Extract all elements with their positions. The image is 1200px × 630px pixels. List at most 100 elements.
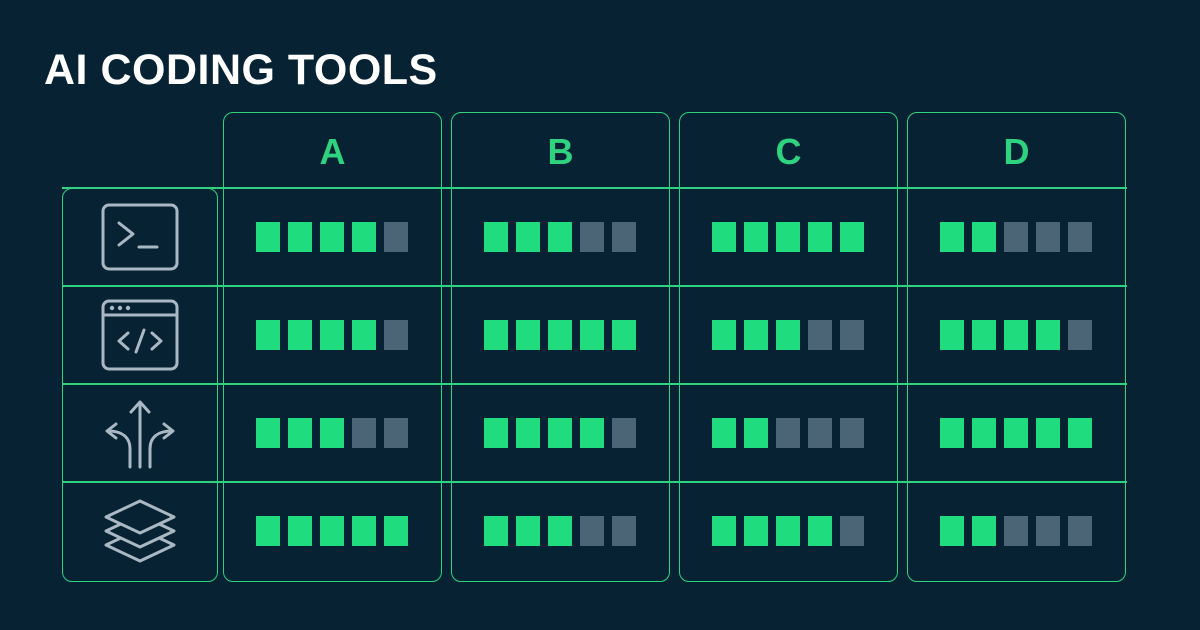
rating-cell [484,222,636,252]
rating-square-empty [1004,222,1028,252]
rating-square-empty [580,222,604,252]
rating-square-empty [1036,222,1060,252]
rating-cell [256,418,408,448]
rating-square-filled [940,222,964,252]
rating-cell [256,320,408,350]
rating-cell [940,222,1092,252]
rating-square-filled [548,418,572,448]
terminal-icon [101,203,179,271]
rating-cell [940,418,1092,448]
rating-square-filled [1036,320,1060,350]
column-header-d: D [1003,131,1030,172]
rating-square-empty [612,222,636,252]
rating-square-filled [580,418,604,448]
rating-square-filled [808,516,832,546]
rating-square-empty [1068,516,1092,546]
rating-cell [940,516,1092,546]
rating-square-empty [840,418,864,448]
rating-square-filled [840,222,864,252]
rating-square-empty [808,418,832,448]
rating-square-filled [940,516,964,546]
rating-square-empty [384,418,408,448]
rating-square-empty [384,320,408,350]
rating-square-filled [940,418,964,448]
rating-square-empty [1004,516,1028,546]
rating-square-filled [516,516,540,546]
rating-square-filled [352,222,376,252]
rating-square-filled [776,222,800,252]
rating-square-filled [288,516,312,546]
rating-square-filled [744,418,768,448]
rating-square-filled [712,516,736,546]
rating-cell [940,320,1092,350]
rating-square-filled [1004,418,1028,448]
rating-square-filled [1068,418,1092,448]
rating-square-empty [612,516,636,546]
row-divider [62,285,1127,287]
rating-cell [712,320,864,350]
rating-square-filled [744,222,768,252]
rating-square-filled [1004,320,1028,350]
rating-square-filled [320,516,344,546]
rating-square-filled [972,516,996,546]
browser-code-icon [101,299,179,371]
rating-square-filled [320,222,344,252]
rating-square-empty [352,418,376,448]
rating-square-filled [808,222,832,252]
rating-square-filled [288,320,312,350]
rating-square-filled [972,320,996,350]
rating-square-filled [972,418,996,448]
rating-square-filled [320,320,344,350]
column-header-a: A [319,131,346,172]
rating-square-filled [484,222,508,252]
rating-square-filled [940,320,964,350]
rating-square-empty [840,320,864,350]
row-divider [62,383,1127,385]
rating-cell [484,516,636,546]
rating-square-filled [320,418,344,448]
rating-square-filled [548,222,572,252]
rating-square-filled [712,222,736,252]
rating-cell [712,516,864,546]
rating-square-empty [1068,320,1092,350]
rating-square-filled [288,222,312,252]
rating-square-filled [484,320,508,350]
stacked-layers-icon [104,499,176,563]
page-title: AI CODING TOOLS [44,46,438,94]
rating-square-filled [612,320,636,350]
rating-square-filled [776,516,800,546]
rating-square-filled [484,516,508,546]
rating-square-filled [712,418,736,448]
rating-square-empty [776,418,800,448]
rating-square-filled [384,516,408,546]
column-header-b: B [547,131,574,172]
rating-cell [712,418,864,448]
rating-square-filled [352,516,376,546]
rating-square-filled [548,320,572,350]
row-divider [62,481,1127,483]
rating-square-empty [612,418,636,448]
column-header-c: C [775,131,802,172]
rating-square-filled [744,320,768,350]
rating-cell [484,320,636,350]
rating-square-filled [972,222,996,252]
rating-square-filled [516,320,540,350]
rating-square-empty [384,222,408,252]
branching-arrows-icon [105,400,175,469]
row-divider [62,187,1127,189]
rating-square-empty [580,516,604,546]
rating-square-filled [256,320,280,350]
rating-square-filled [256,418,280,448]
rating-square-filled [1036,418,1060,448]
rating-square-filled [776,320,800,350]
rating-square-filled [516,418,540,448]
rating-square-filled [256,222,280,252]
rating-square-filled [548,516,572,546]
rating-square-filled [712,320,736,350]
rating-cell [256,222,408,252]
rating-square-filled [484,418,508,448]
rating-square-filled [256,516,280,546]
rating-cell [256,516,408,546]
rating-square-filled [352,320,376,350]
rating-square-filled [516,222,540,252]
